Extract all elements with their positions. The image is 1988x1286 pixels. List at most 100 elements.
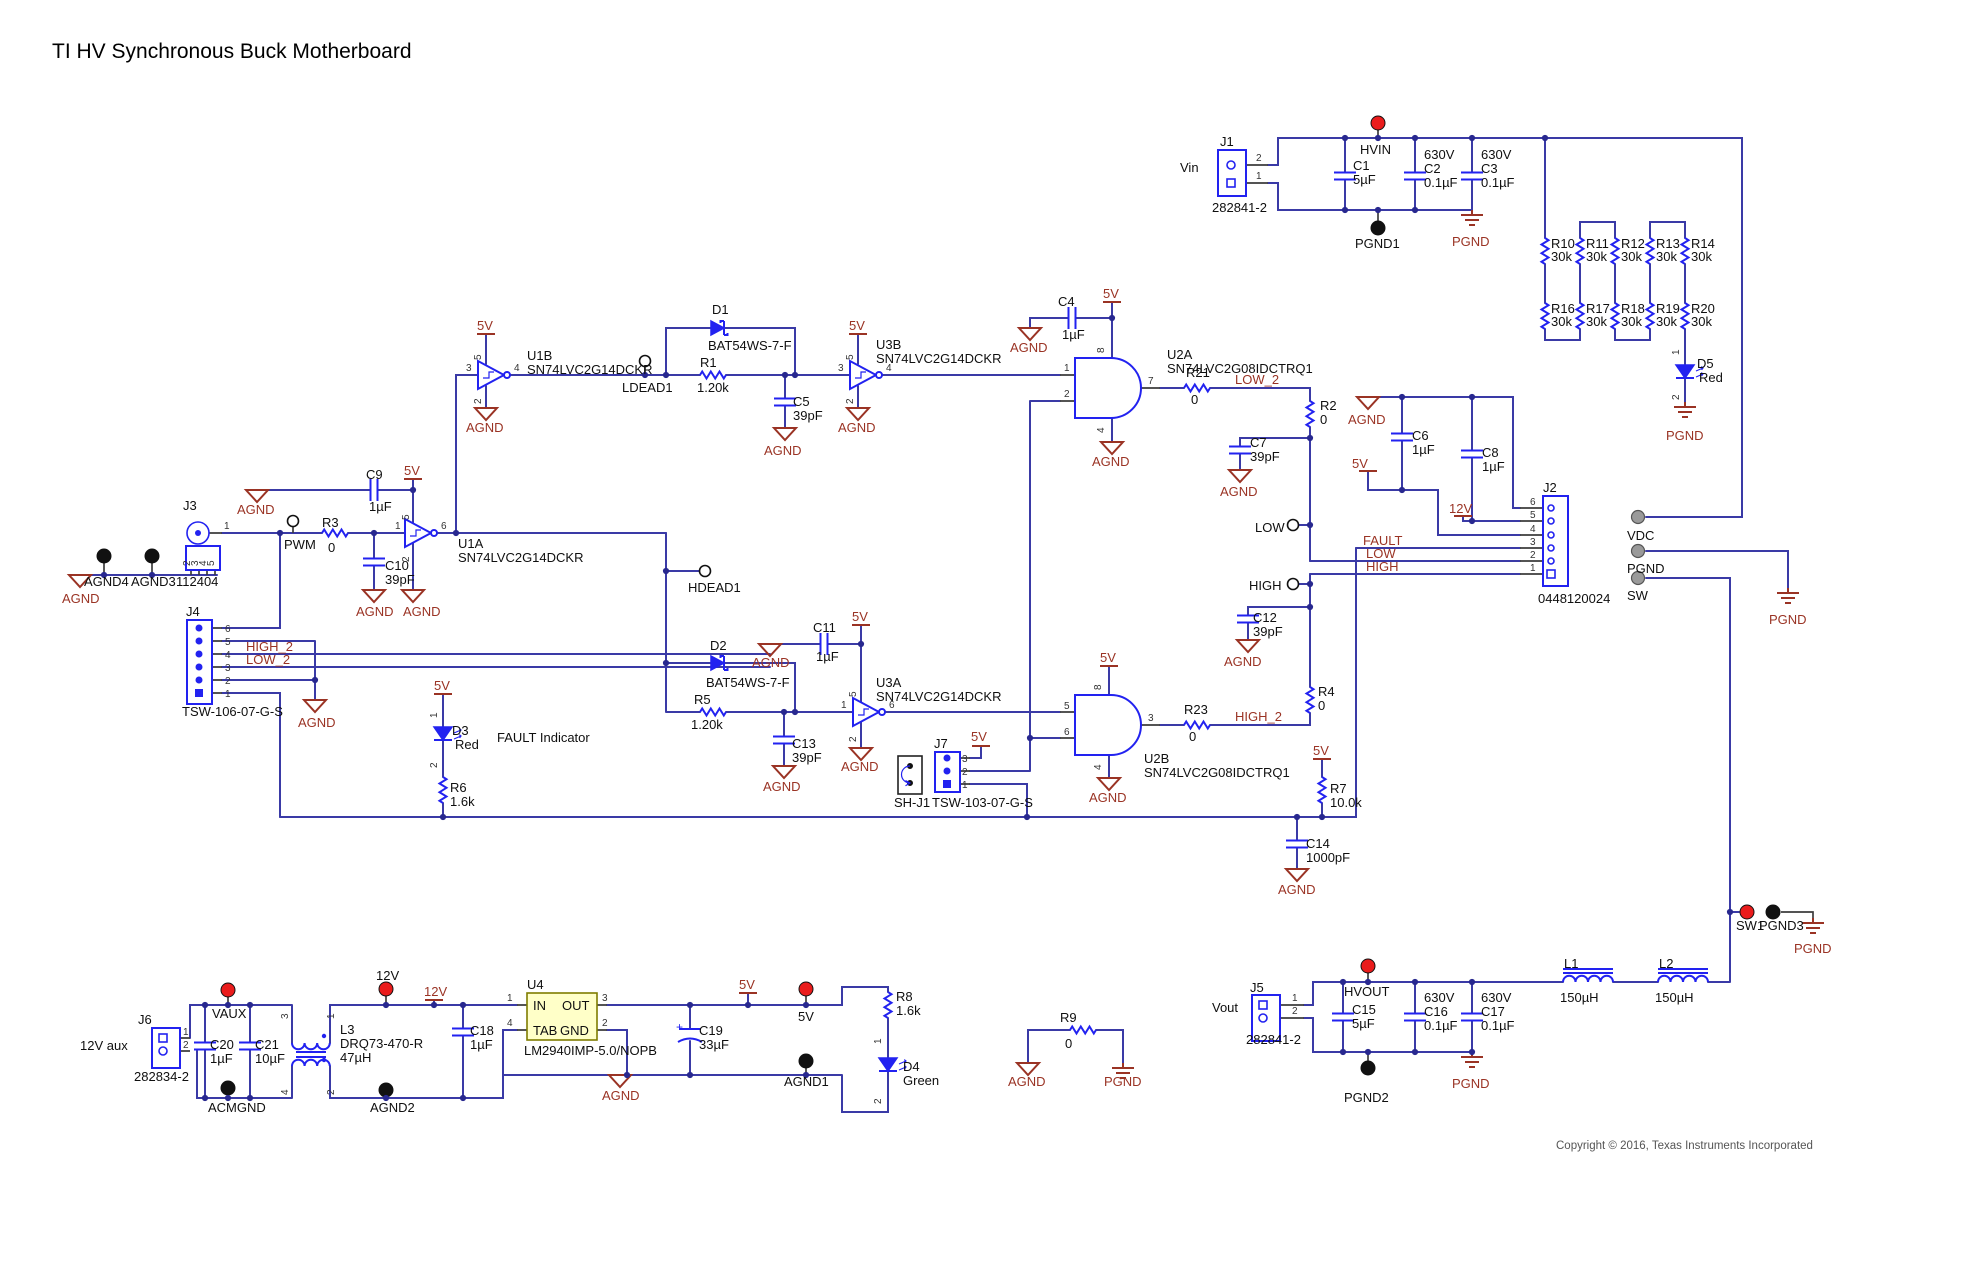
- pgnd-symbol-c3: [1461, 210, 1483, 225]
- junction-dot: [663, 660, 669, 666]
- agnd2-tp-label: AGND2: [370, 1100, 415, 1115]
- j5-ref: J5: [1250, 980, 1264, 995]
- pgnd-sw-label: PGND: [1794, 941, 1832, 956]
- d3-pin1: 1: [429, 712, 440, 718]
- net-high: HIGH: [1366, 559, 1399, 574]
- sw-tp-label: SW: [1627, 588, 1649, 603]
- junction-dot: [1307, 522, 1313, 528]
- c7-val: 39pF: [1250, 449, 1280, 464]
- junction-dot: [383, 1002, 389, 1008]
- junction-dot: [1469, 1049, 1475, 1055]
- u2b-part: SN74LVC2G08IDCTRQ1: [1144, 765, 1290, 780]
- c1-ref: C1: [1353, 158, 1370, 173]
- u3a-pin6: 6: [889, 700, 895, 711]
- R17-symbol: [1577, 303, 1584, 329]
- c8-val: 1µF: [1482, 459, 1505, 474]
- c20-ref: C20: [210, 1037, 234, 1052]
- R23-symbol: [1184, 722, 1210, 729]
- u3b-pin5: 5: [845, 354, 856, 360]
- j4-pin3: 3: [225, 663, 231, 674]
- R1-symbol: [700, 372, 726, 379]
- u2a-pin2: 2: [1064, 389, 1070, 400]
- c10-ref: C10: [385, 558, 409, 573]
- pgnd-symbol-d5: [1674, 402, 1696, 417]
- u1a-pin1: 1: [395, 521, 401, 532]
- U2B-and-gate: [1075, 695, 1141, 755]
- L3-coupled-inductor: [292, 1034, 330, 1066]
- junction-dot: [1412, 1049, 1418, 1055]
- junction-dot: [1024, 814, 1030, 820]
- acmgnd-tp-label: ACMGND: [208, 1100, 266, 1115]
- c9-val: 1µF: [369, 499, 392, 514]
- c4-ref: C4: [1058, 294, 1075, 309]
- c14-val: 1000pF: [1306, 850, 1350, 865]
- j7-pin1: 1: [962, 780, 968, 791]
- agnd-symbol-c9: [246, 490, 268, 502]
- agnd-c11-label: AGND: [752, 655, 790, 670]
- C15-symbol: [1332, 1014, 1354, 1021]
- c9-ref: C9: [366, 467, 383, 482]
- low-tp-label: LOW: [1255, 520, 1285, 535]
- J7-connector: [935, 752, 960, 792]
- u4-out: OUT: [562, 998, 590, 1013]
- C8-symbol: [1461, 451, 1483, 458]
- agnd-u3a-label: AGND: [841, 759, 879, 774]
- pwr-5v-j2: 5V: [1352, 456, 1368, 471]
- agnd-c6-label: AGND: [1348, 412, 1386, 427]
- junction-dot: [1375, 207, 1381, 213]
- VAUX-testpoint: [221, 983, 235, 997]
- R19-symbol: [1647, 303, 1654, 329]
- C10-symbol: [363, 559, 385, 566]
- junction-dot: [1469, 394, 1475, 400]
- junction-dot: [410, 487, 416, 493]
- R6-symbol: [440, 777, 447, 803]
- r23-ref: R23: [1184, 702, 1208, 717]
- pwm-tp-label: PWM: [284, 537, 316, 552]
- pgnd3-tp-label: PGND3: [1759, 918, 1804, 933]
- pwr-5v-u1a: 5V: [404, 463, 420, 478]
- junction-dot: [1412, 207, 1418, 213]
- HDEAD1-testpoint: [700, 566, 711, 577]
- c3-val: 0.1µF: [1481, 175, 1515, 190]
- r5-ref: R5: [694, 692, 711, 707]
- C6-symbol: [1391, 434, 1413, 441]
- u3a-part: SN74LVC2G14DCKR: [876, 689, 1001, 704]
- PGND1-testpoint: [1371, 221, 1385, 235]
- pgnd-c17-label: PGND: [1452, 1076, 1490, 1091]
- j2-pin1: 1: [1530, 563, 1536, 574]
- pgnd-symbol-right: [1777, 588, 1799, 603]
- r6-ref: R6: [450, 780, 467, 795]
- j7-part: TSW-103-07-G-S: [932, 795, 1033, 810]
- junction-dot: [460, 1002, 466, 1008]
- agnd-left-label: AGND: [62, 591, 100, 606]
- l3-pin2: 2: [326, 1089, 337, 1095]
- u3b-pin4: 4: [886, 363, 892, 374]
- j3-pin1: 1: [224, 521, 230, 532]
- fault-indicator-label: FAULT Indicator: [497, 730, 590, 745]
- R2-symbol: [1307, 401, 1314, 427]
- j4-pin1: 1: [225, 689, 231, 700]
- d2-part: BAT54WS-7-F: [706, 675, 790, 690]
- agnd-symbol-u2b: [1098, 778, 1120, 790]
- agnd-symbol-c10: [363, 590, 385, 602]
- agnd-symbol-u2a: [1101, 442, 1123, 454]
- d4-pin2: 2: [873, 1098, 884, 1104]
- u1a-ref: U1A: [458, 536, 484, 551]
- j7-pin3: 3: [962, 754, 968, 765]
- agnd-symbol-j4: [304, 700, 326, 712]
- c6-ref: C6: [1412, 428, 1429, 443]
- r18-val: 30k: [1621, 314, 1642, 329]
- c19-ref: C19: [699, 1023, 723, 1038]
- r16-val: 30k: [1551, 314, 1572, 329]
- pgnd-right-label: PGND: [1769, 612, 1807, 627]
- j1-part: 282841-2: [1212, 200, 1267, 215]
- c11-val: 1µF: [816, 649, 839, 664]
- u4-pin3: 3: [602, 993, 608, 1004]
- j2-pin3: 3: [1530, 537, 1536, 548]
- u1b-pin2: 2: [473, 398, 484, 404]
- c12-val: 39pF: [1253, 624, 1283, 639]
- high-tp-label: HIGH: [1249, 578, 1282, 593]
- r7-ref: R7: [1330, 781, 1347, 796]
- junction-dot: [460, 1095, 466, 1101]
- r23-val: 0: [1189, 729, 1196, 744]
